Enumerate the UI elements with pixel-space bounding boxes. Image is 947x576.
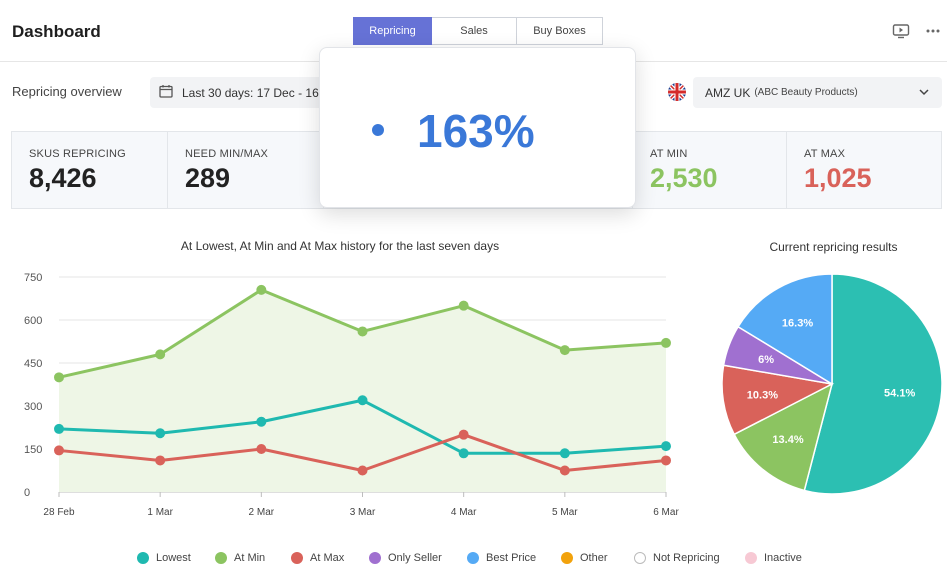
y-tick-label: 0 [24,487,30,499]
calendar-icon [159,84,173,101]
stat-label: SKUS REPRICING [29,148,126,160]
stat-at-max[interactable]: AT MAX 1,025 [787,132,941,208]
stat-label: AT MAX [804,148,846,160]
data-point-at-min [155,349,166,360]
tab-bar: Repricing Sales Buy Boxes [353,17,603,45]
data-point-at-max [559,465,570,476]
legend-label: At Min [234,552,266,564]
data-point-at-min [661,337,671,348]
data-point-lowest [256,416,267,427]
y-tick-label: 450 [24,358,42,370]
chevron-down-icon [918,86,930,98]
stat-value: 2,530 [650,163,718,193]
legend-dot [745,552,757,564]
data-point-lowest [155,428,166,439]
pie-slice-label: 13.4% [772,434,803,446]
popup-value: 163% [417,105,535,157]
page-title: Dashboard [12,22,101,41]
y-tick-label: 150 [24,444,42,456]
data-point-at-min [458,300,469,311]
store-name: AMZ UK [705,85,751,100]
line-chart: 0 150 300 450 600 750 28 Feb 1 Mar 2 Mar 3 Mar 4 M… [24,272,679,518]
data-point-lowest [559,448,570,459]
legend-dot [137,552,149,564]
legend-label: Lowest [156,552,191,564]
legend-label: Only Seller [388,552,442,564]
data-point-lowest [661,441,671,452]
data-point-at-min [54,372,64,383]
x-tick-label: 28 Feb [43,507,75,518]
legend-item-not-repricing[interactable]: Not Repricing [634,552,720,564]
x-tick-label: 4 Mar [451,507,477,518]
data-point-at-min [256,284,267,295]
stat-tooltip-popup: 163% [319,47,636,208]
stat-need-min-max[interactable]: NEED MIN/MAX 289 [168,132,324,208]
x-tick-label: 1 Mar [147,507,173,518]
y-tick-label: 750 [24,272,42,284]
data-point-at-max [458,429,469,440]
data-point-at-max [155,455,166,466]
tab-buy-boxes[interactable]: Buy Boxes [517,17,603,45]
data-point-at-min [357,326,368,337]
x-tick-label: 2 Mar [249,507,275,518]
tab-repricing[interactable]: Repricing [353,17,432,45]
tab-sales[interactable]: Sales [432,17,517,45]
more-icon[interactable] [924,22,942,40]
store-subtitle: (ABC Beauty Products) [754,87,858,98]
pie-chart-title: Current repricing results [769,240,898,254]
data-point-at-max [357,465,368,476]
overview-label: Repricing overview [12,84,122,99]
x-tick-label: 5 Mar [552,507,578,518]
stat-value: 289 [185,163,231,193]
legend-label: At Max [310,552,345,564]
legend-dot [561,552,573,564]
legend-item-other[interactable]: Other [561,552,608,564]
legend-dot [291,552,303,564]
legend-label: Inactive [764,552,802,564]
stat-value: 1,025 [804,163,872,193]
legend-item-at-min[interactable]: At Min [215,552,265,564]
y-tick-label: 300 [24,401,42,413]
data-point-lowest [357,395,368,406]
date-range-label: Last 30 days: 17 Dec - 16 [182,85,319,100]
data-point-at-max [54,445,64,456]
pie-slice-label: 54.1% [884,388,915,400]
date-range-picker[interactable]: Last 30 days: 17 Dec - 16 [150,77,330,108]
pie-chart: 54.1% 13.4% 10.3% 6% 16.3% [721,273,943,495]
chart-legend: Lowest At Min At Max Only Seller Best Pr… [0,552,947,572]
pie-slice-label: 10.3% [747,390,778,402]
legend-item-only-seller[interactable]: Only Seller [369,552,442,564]
stat-value: 8,426 [29,163,97,193]
legend-label: Other [580,552,608,564]
uk-flag-icon [668,83,686,101]
pie-slice-label: 6% [758,354,774,366]
data-point-at-max [661,455,671,466]
play-screen-icon[interactable] [892,22,910,40]
data-point-at-max [256,444,267,454]
legend-label: Best Price [486,552,537,564]
line-chart-title: At Lowest, At Min and At Max history for… [180,239,500,253]
data-point-lowest [458,448,469,459]
x-tick-label: 6 Mar [653,507,679,518]
stat-at-min[interactable]: AT MIN 2,530 [632,132,787,208]
stat-label: NEED MIN/MAX [185,148,269,160]
legend-dot [467,552,479,564]
legend-item-best-price[interactable]: Best Price [467,552,536,564]
pie-slice-label: 16.3% [782,318,813,330]
data-point-at-min [559,345,570,356]
legend-dot [634,552,646,564]
legend-label: Not Repricing [653,552,720,564]
legend-item-lowest[interactable]: Lowest [137,552,191,564]
stat-label: AT MIN [650,148,688,160]
data-point-lowest [54,423,64,434]
x-tick-label: 3 Mar [350,507,376,518]
stat-skus-repricing[interactable]: SKUS REPRICING 8,426 [12,132,168,208]
legend-dot [369,552,381,564]
legend-dot [215,552,227,564]
y-tick-label: 600 [24,315,42,327]
store-select[interactable]: AMZ UK (ABC Beauty Products) [693,77,942,108]
legend-item-inactive[interactable]: Inactive [745,552,802,564]
legend-item-at-max[interactable]: At Max [291,552,344,564]
popup-dot [372,124,384,136]
